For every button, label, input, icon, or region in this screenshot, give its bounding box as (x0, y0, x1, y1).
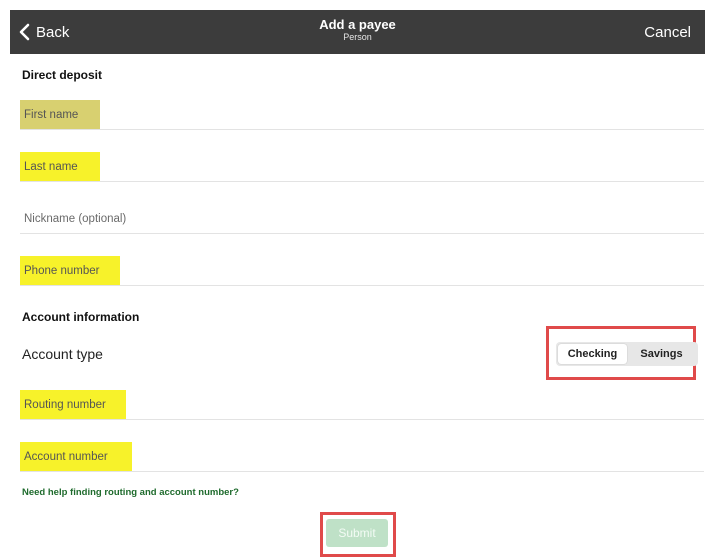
header-title-group: Add a payee Person (10, 18, 705, 43)
phone-number-row (20, 256, 704, 286)
divider (20, 181, 704, 182)
routing-number-row (20, 390, 704, 420)
account-number-field[interactable] (20, 442, 132, 472)
cancel-button[interactable]: Cancel (644, 10, 691, 54)
last-name-field[interactable] (20, 152, 100, 182)
phone-number-field[interactable] (20, 256, 120, 286)
account-number-row (20, 442, 704, 472)
app-window: Back Add a payee Person Cancel Direct de… (0, 0, 705, 557)
nickname-row (20, 204, 704, 234)
nav-header: Back Add a payee Person Cancel (10, 10, 705, 54)
page-subtitle: Person (343, 32, 372, 42)
divider (20, 129, 704, 130)
routing-help-link[interactable]: Need help finding routing and account nu… (22, 487, 239, 498)
chevron-left-icon (18, 23, 30, 41)
last-name-row (20, 152, 704, 182)
divider (20, 233, 704, 234)
divider (20, 419, 704, 420)
divider (20, 285, 704, 286)
section-heading-direct-deposit: Direct deposit (22, 68, 103, 82)
payee-form: Direct deposit Account information Accou… (10, 54, 705, 557)
checking-option[interactable]: Checking (558, 344, 627, 364)
section-heading-account-information: Account information (22, 310, 140, 324)
first-name-row (20, 100, 704, 130)
first-name-field[interactable] (20, 100, 100, 130)
nickname-field[interactable] (20, 204, 328, 234)
divider (20, 471, 704, 472)
account-type-label: Account type (22, 346, 103, 362)
back-label: Back (36, 23, 70, 41)
back-button[interactable]: Back (18, 10, 69, 54)
account-type-toggle: Checking Savings (556, 342, 698, 366)
submit-button[interactable]: Submit (326, 519, 388, 547)
savings-option[interactable]: Savings (627, 344, 696, 364)
routing-number-field[interactable] (20, 390, 126, 420)
page-title: Add a payee (319, 17, 396, 32)
